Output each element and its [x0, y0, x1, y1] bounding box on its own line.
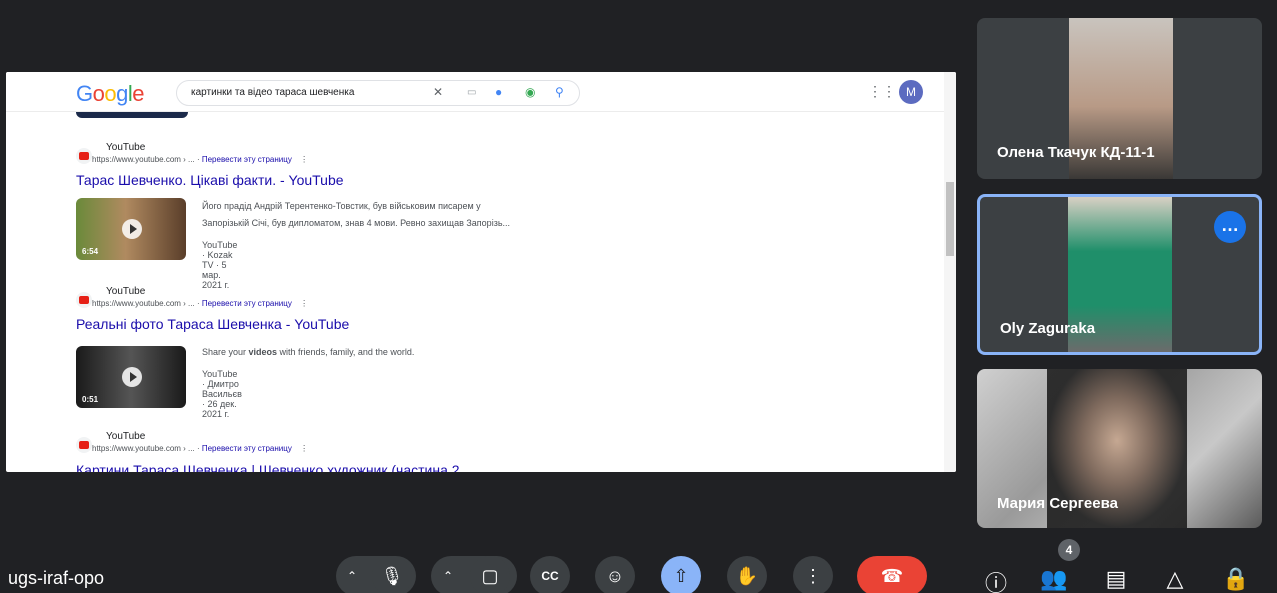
participant-name: Oly Zaguraka — [1000, 320, 1096, 337]
result-title[interactable]: Реальні фото Тараса Шевченка - YouTube — [76, 316, 349, 332]
meet-window: Google картинки та відео тараса шевченка… — [0, 0, 1277, 593]
shared-screen: Google картинки та відео тараса шевченка… — [6, 72, 956, 472]
chat-icon[interactable]: ▤ — [1101, 566, 1131, 592]
clear-icon[interactable]: ✕ — [433, 85, 443, 99]
result-snippet: Share your videos with friends, family, … — [202, 347, 415, 357]
keyboard-icon[interactable]: ▭ — [467, 87, 476, 98]
result-meta: YouTube · Дмитро Васильєв · 26 дек. 2021… — [202, 369, 242, 419]
video-thumbnail[interactable]: 0:51 — [76, 346, 186, 408]
scrollbar-thumb[interactable] — [946, 182, 954, 256]
info-icon[interactable]: ⓘ — [981, 566, 1011, 593]
more-vert-icon[interactable]: ⋮ — [300, 444, 308, 453]
participant-tile[interactable]: Мария Сергеева — [977, 369, 1262, 528]
captions-icon[interactable]: CC — [530, 556, 570, 593]
youtube-favicon-icon — [76, 292, 92, 308]
result-url: https://www.youtube.com › ... · Перевест… — [92, 155, 309, 164]
result-site: YouTube — [106, 431, 146, 442]
search-icon[interactable]: ⚲ — [555, 85, 564, 99]
end-call-icon[interactable]: ☎ — [857, 556, 927, 593]
more-vert-icon[interactable]: ⋮ — [300, 299, 308, 308]
participant-tile-active[interactable]: … Oly Zaguraka — [977, 194, 1262, 355]
participant-tile[interactable]: Олена Ткачук КД-11-1 — [977, 18, 1262, 179]
lens-icon[interactable]: ◉ — [525, 85, 535, 99]
more-options-icon[interactable]: ⋮ — [793, 556, 833, 593]
video-duration: 0:51 — [82, 395, 99, 404]
profile-avatar[interactable]: M — [899, 80, 923, 104]
camera-icon[interactable]: ▢ — [470, 556, 510, 593]
play-icon — [122, 367, 142, 387]
host-controls-icon[interactable]: 🔒 — [1221, 566, 1251, 592]
result-site: YouTube — [106, 142, 146, 153]
video-duration: 6:54 — [82, 247, 99, 256]
translate-link[interactable]: Перевести эту страницу — [202, 155, 292, 164]
mic-options-chevron-icon[interactable]: ⌃ — [347, 569, 357, 583]
result-url: https://www.youtube.com › ... · Перевест… — [92, 444, 309, 453]
participant-name: Мария Сергеева — [997, 495, 1118, 512]
present-icon[interactable]: ⇧ — [661, 556, 701, 593]
play-icon — [122, 219, 142, 239]
emoji-icon[interactable]: ☺ — [595, 556, 635, 593]
mic-icon[interactable]: 🎙 — [372, 556, 412, 593]
scrollbar[interactable] — [944, 72, 956, 472]
meeting-code: ugs-iraf-opo — [8, 568, 105, 588]
people-icon[interactable]: 👥 — [1039, 566, 1069, 592]
result-site: YouTube — [106, 286, 146, 297]
raise-hand-icon[interactable]: ✋ — [727, 556, 767, 593]
translate-link[interactable]: Перевести эту страницу — [202, 299, 292, 308]
activities-icon[interactable]: △ — [1160, 566, 1190, 592]
result-meta: YouTube · Kozak TV · 5 мар. 2021 г. — [202, 240, 238, 290]
youtube-favicon-icon — [76, 437, 92, 453]
translate-link[interactable]: Перевести эту страницу — [202, 444, 292, 453]
participant-name: Олена Ткачук КД-11-1 — [997, 144, 1155, 161]
youtube-favicon-icon — [76, 148, 92, 164]
result-title[interactable]: Картини Тараса Шевченка | Шевченко худож… — [76, 462, 460, 472]
people-count-badge: 4 — [1058, 539, 1080, 561]
camera-options-chevron-icon[interactable]: ⌃ — [443, 569, 453, 583]
search-query: картинки та відео тараса шевченка — [191, 87, 355, 98]
more-options-icon[interactable]: … — [1214, 211, 1246, 243]
result-snippet: Його прадід Андрій Терентенко-Товстик, б… — [202, 201, 511, 228]
result-title[interactable]: Тарас Шевченко. Цікаві факти. - YouTube — [76, 172, 344, 188]
search-box[interactable]: картинки та відео тараса шевченка ✕ ▭ ● … — [176, 80, 580, 106]
more-vert-icon[interactable]: ⋮ — [300, 155, 308, 164]
google-logo: Google — [76, 81, 145, 106]
voice-search-icon[interactable]: ● — [495, 85, 502, 99]
previous-thumbnail — [76, 112, 188, 118]
video-thumbnail[interactable]: 6:54 — [76, 198, 186, 260]
result-url: https://www.youtube.com › ... · Перевест… — [92, 299, 309, 308]
google-header: Google картинки та відео тараса шевченка… — [6, 72, 956, 112]
